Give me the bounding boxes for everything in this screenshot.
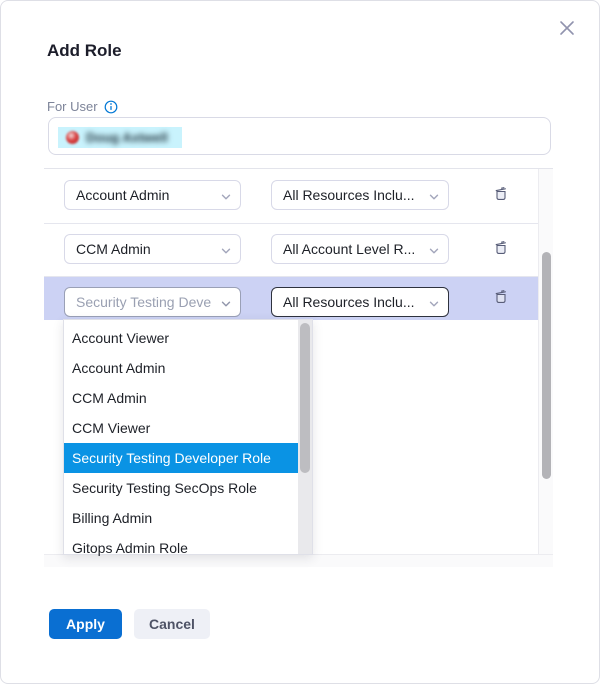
modal-title: Add Role [47,41,122,61]
role-select[interactable]: CCM Admin [64,234,241,264]
chevron-down-icon [220,244,232,260]
dropdown-scrollbar[interactable] [298,320,312,554]
chevron-down-icon [428,297,440,313]
close-icon [558,25,576,40]
resource-group-select[interactable]: All Account Level R... [271,234,449,264]
chevron-down-icon [428,190,440,206]
for-user-label-row: For User [47,99,118,114]
scrollbar-thumb[interactable] [542,252,551,479]
dropdown-option[interactable]: Billing Admin [64,503,299,533]
resource-group-value: All Resources Inclu... [283,294,415,310]
scrollbar-thumb[interactable] [300,323,310,473]
user-chip[interactable]: Doug Axtwell [58,127,182,148]
info-icon[interactable] [104,100,118,114]
modal-footer: Apply Cancel [49,609,210,639]
delete-row-button[interactable] [491,185,511,205]
chevron-down-icon [428,244,440,260]
delete-row-button[interactable] [491,239,511,259]
user-name-redacted: Doug Axtwell [86,130,168,145]
role-options-list: Account Viewer Account Admin CCM Admin C… [64,323,299,563]
role-select-value: Security Testing Deve [76,294,211,310]
add-role-modal: Add Role For User Doug Axtwell Account A… [0,0,600,684]
role-row-active: Security Testing Deve All Resources Incl… [44,277,538,320]
role-select-open[interactable]: Security Testing Deve [64,287,241,317]
user-avatar [66,131,79,144]
resource-group-value: All Resources Inclu... [283,187,415,203]
delete-row-button[interactable] [491,288,511,308]
cancel-button[interactable]: Cancel [134,609,210,639]
role-row: Account Admin All Resources Inclu... [44,169,538,224]
role-options-dropdown: Account Viewer Account Admin CCM Admin C… [63,319,313,555]
role-select-value: Account Admin [76,187,169,203]
chevron-down-icon [220,190,232,206]
dropdown-option[interactable]: CCM Admin [64,383,299,413]
dropdown-option-selected[interactable]: Security Testing Developer Role [64,443,299,473]
dropdown-option[interactable]: Account Admin [64,353,299,383]
close-button[interactable] [557,19,577,39]
dropdown-option[interactable]: Gitops Admin Role [64,533,299,563]
role-select-value: CCM Admin [76,241,151,257]
apply-button[interactable]: Apply [49,609,122,639]
for-user-label: For User [47,99,98,114]
for-user-field[interactable]: Doug Axtwell [48,117,551,155]
trash-icon [492,245,510,260]
resource-group-select[interactable]: All Resources Inclu... [271,287,449,317]
resource-group-select[interactable]: All Resources Inclu... [271,180,449,210]
dropdown-option[interactable]: CCM Viewer [64,413,299,443]
resource-group-value: All Account Level R... [283,241,415,257]
role-select[interactable]: Account Admin [64,180,241,210]
role-row: CCM Admin All Account Level R... [44,224,538,277]
dropdown-option[interactable]: Security Testing SecOps Role [64,473,299,503]
dropdown-option[interactable]: Account Viewer [64,323,299,353]
trash-icon [492,294,510,309]
chevron-down-icon [220,297,232,313]
trash-icon [492,191,510,206]
roles-vertical-scrollbar[interactable] [538,169,553,555]
